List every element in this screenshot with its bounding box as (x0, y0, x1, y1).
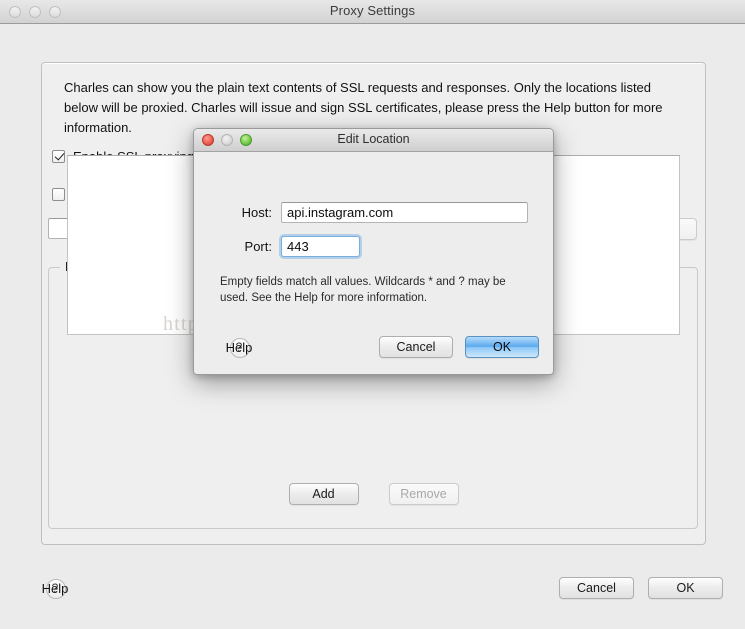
host-label: Host: (241, 205, 272, 220)
window-titlebar: Proxy Settings (0, 0, 745, 24)
port-label: Port: (244, 239, 272, 254)
use-custom-ca-checkbox[interactable] (52, 188, 65, 201)
dialog-cancel-button[interactable]: Cancel (379, 336, 453, 358)
port-input[interactable] (281, 236, 360, 257)
window-title: Proxy Settings (329, 3, 416, 18)
help-button-label: Help (41, 580, 69, 596)
ok-button[interactable]: OK (648, 577, 723, 599)
enable-ssl-proxying-checkbox[interactable] (52, 150, 65, 163)
port-row: Port: (216, 236, 360, 257)
tab-bar: Proxies Options SSL Mozilla Firefox (0, 24, 745, 89)
host-input[interactable] (281, 202, 528, 223)
dialog-actions: Cancel OK (379, 336, 539, 358)
window-actions: Cancel OK (559, 577, 723, 599)
help-button[interactable]: ? Help (34, 577, 76, 599)
screenshot-root: Proxy Settings Proxies Options SSL Mozil… (0, 0, 745, 629)
locations-actions: Add Remove (42, 483, 705, 505)
dialog-help-button[interactable]: ? Help (218, 336, 260, 358)
dialog-hint-text: Empty fields match all values. Wildcards… (220, 276, 506, 304)
dialog-titlebar: Edit Location (194, 129, 553, 152)
dialog-ok-button[interactable]: OK (465, 336, 539, 358)
cancel-button[interactable]: Cancel (559, 577, 634, 599)
remove-button[interactable]: Remove (388, 483, 459, 505)
dialog-title: Edit Location (337, 132, 410, 146)
dialog-footer: ? Help Cancel OK (194, 336, 553, 360)
dialog-help-label: Help (225, 339, 253, 355)
edit-location-dialog: Edit Location Host: Port: Empty fields m… (193, 128, 554, 375)
host-row: Host: (216, 202, 528, 223)
dialog-body: Host: Port: Empty fields match all value… (194, 152, 553, 374)
add-button[interactable]: Add (288, 483, 359, 505)
